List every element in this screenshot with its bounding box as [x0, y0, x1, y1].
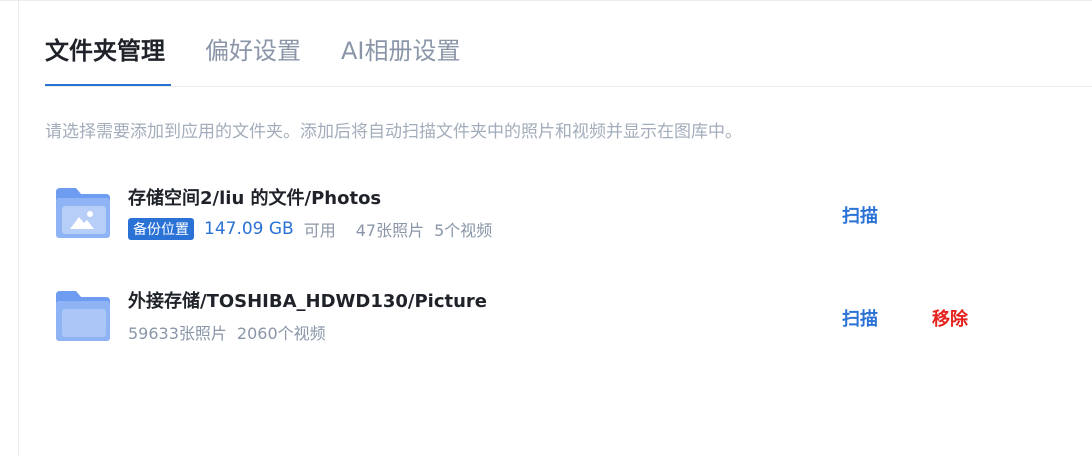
folder-meta: 59633张照片 2060个视频	[128, 320, 326, 344]
video-count: 2060个视频	[236, 324, 326, 343]
photo-count: 59633张照片	[128, 324, 227, 343]
settings-panel: 文件夹管理 偏好设置 AI相册设置 请选择需要添加到应用的文件夹。添加后将自动扫…	[0, 0, 1092, 457]
left-border	[18, 0, 19, 457]
video-count: 5个视频	[434, 221, 493, 240]
photo-count: 47张照片	[355, 221, 425, 240]
folder-image-icon	[56, 188, 110, 238]
folder-icon	[56, 291, 110, 341]
top-border	[0, 0, 1092, 1]
folder-path: 存储空间2/liu 的文件/Photos	[128, 188, 382, 209]
scan-button[interactable]: 扫描	[842, 305, 878, 331]
tab-folder-management[interactable]: 文件夹管理	[45, 34, 171, 86]
folder-row: 存储空间2/liu 的文件/Photos 备份位置 147.09 GB 可用 4…	[54, 184, 1054, 254]
scan-button[interactable]: 扫描	[842, 202, 878, 228]
tab-preferences[interactable]: 偏好设置	[205, 34, 301, 86]
backup-location-badge: 备份位置	[128, 218, 194, 240]
folder-row: 外接存储/TOSHIBA_HDWD130/Picture 59633张照片 20…	[54, 287, 1054, 357]
folder-path: 外接存储/TOSHIBA_HDWD130/Picture	[128, 291, 488, 312]
folder-meta: 备份位置 147.09 GB 可用 47张照片 5个视频	[128, 217, 492, 241]
tab-ai-album-settings[interactable]: AI相册设置	[341, 34, 461, 86]
remove-button[interactable]: 移除	[932, 305, 968, 331]
available-label: 可用	[303, 221, 336, 240]
storage-size: 147.09 GB	[204, 219, 294, 239]
tab-bar: 文件夹管理 偏好设置 AI相册设置	[45, 34, 501, 86]
instruction-text: 请选择需要添加到应用的文件夹。添加后将自动扫描文件夹中的照片和视频并显示在图库中…	[45, 122, 742, 142]
tab-divider	[45, 86, 1092, 87]
